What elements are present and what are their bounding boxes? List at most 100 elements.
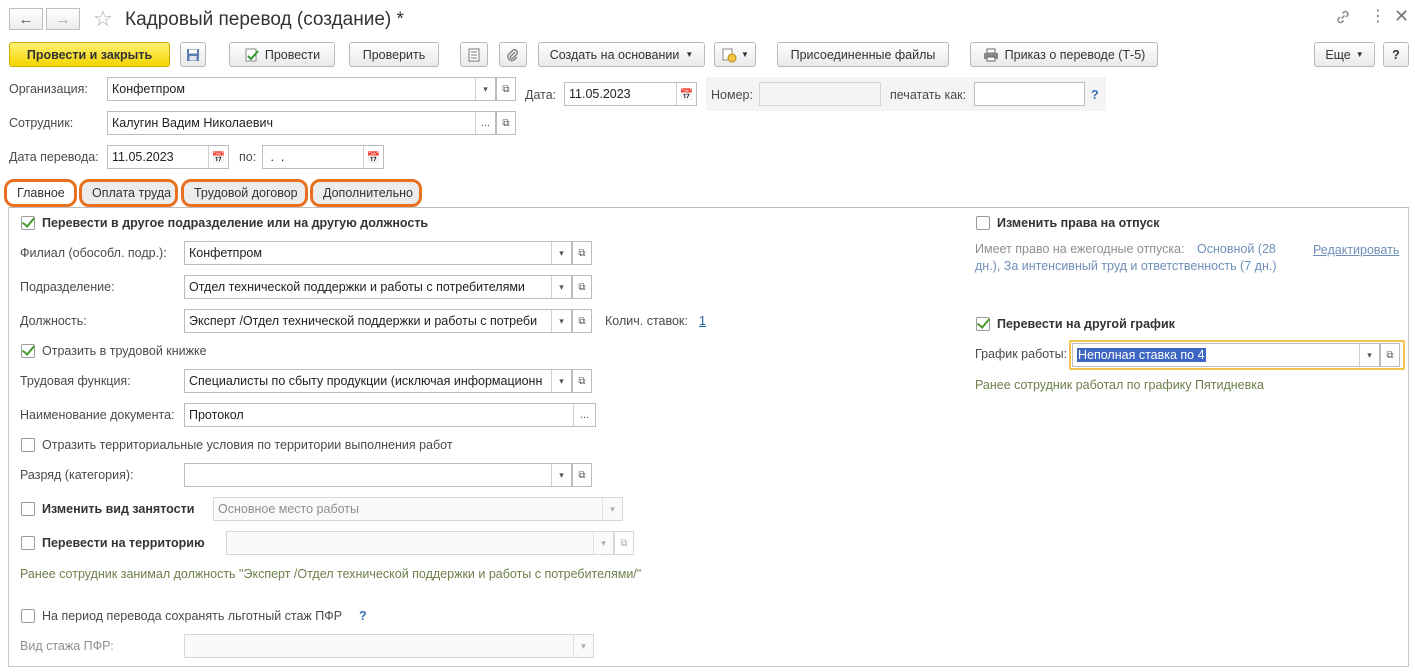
dropdown-arrow-icon[interactable]: ▾ [551,242,571,264]
organization-value: Конфетпром [112,82,185,96]
link-icon[interactable] [1335,9,1351,29]
dropdown-arrow-icon[interactable]: ▾ [551,464,571,486]
position-label: Должность: [20,314,87,328]
doc-name-field[interactable]: Протокол ... [184,403,596,427]
pfr-type-label: Вид стажа ПФР: [20,639,114,653]
calendar-icon[interactable]: 📅 [363,146,383,168]
transfer-order-button[interactable]: Приказ о переводе (Т-5) [970,42,1158,67]
dropdown-arrow-icon[interactable]: ▾ [475,78,495,100]
calendar-icon[interactable]: 📅 [676,83,696,105]
more-button[interactable]: Еще ▼ [1314,42,1375,67]
transfer-order-label: Приказ о переводе (Т-5) [1004,47,1146,62]
open-department-button[interactable]: ⧉ [572,275,592,299]
date-field[interactable]: 11.05.2023 📅 [564,82,697,106]
post-and-close-button[interactable]: Провести и закрыть [9,42,170,67]
close-icon[interactable]: ✕ [1394,7,1409,25]
attached-files-button[interactable]: Присоединенные файлы [777,42,949,67]
select-ellipsis-icon[interactable]: ... [475,112,495,134]
work-schedule-label: График работы: [975,347,1068,361]
post-button[interactable]: Провести [229,42,335,67]
dropdown-arrow-icon[interactable]: ▾ [593,532,613,554]
tab-additional[interactable]: Дополнительно [310,179,422,207]
dropdown-arrow-icon[interactable]: ▾ [551,276,571,298]
document-list-button[interactable] [460,42,488,67]
labor-function-value: Специалисты по сбыту продукции (исключая… [189,374,543,388]
save-button[interactable] [180,42,206,67]
territorial-label: Отразить территориальные условия по терр… [42,438,453,452]
open-territory-button[interactable]: ⧉ [614,531,634,555]
rates-link[interactable]: 1 [699,313,706,329]
open-organization-button[interactable]: ⧉ [496,77,516,101]
create-based-on-button[interactable]: Создать на основании ▼ [538,42,705,67]
grade-field[interactable]: ▾ [184,463,572,487]
vacation-info-link-1[interactable]: Основной (28 [1197,241,1276,257]
dropdown-arrow-icon: ▼ [1355,50,1364,59]
organization-field[interactable]: Конфетпром ▾ [107,77,496,101]
calendar-icon[interactable]: 📅 [208,146,228,168]
schedule-checkbox[interactable] [976,317,990,331]
dropdown-arrow-icon[interactable]: ▾ [602,498,622,520]
select-ellipsis-icon[interactable]: ... [573,404,595,426]
tab-payment[interactable]: Оплата труда [79,179,178,207]
to-date-field[interactable]: . . 📅 [262,145,384,169]
vacation-info-label: Имеет право на ежегодные отпуска: [975,242,1185,256]
pfr-type-field[interactable]: ▾ [184,634,594,658]
open-labor-function-button[interactable]: ⧉ [572,369,592,393]
pfr-help[interactable]: ? [359,608,367,624]
open-position-button[interactable]: ⧉ [572,309,592,333]
employment-type-checkbox[interactable] [21,502,35,516]
dropdown-arrow-icon[interactable]: ▾ [573,635,593,657]
previous-position-note: Ранее сотрудник занимал должность "Экспе… [20,567,642,581]
tab-main[interactable]: Главное [4,179,77,207]
position-field[interactable]: Эксперт /Отдел технической поддержки и р… [184,309,572,333]
vacation-info-link-2[interactable]: дн.), За интенсивный труд и ответственно… [975,258,1276,274]
branch-field[interactable]: Конфетпром ▾ [184,241,572,265]
employee-value: Калугин Вадим Николаевич [112,116,273,130]
menu-dots-icon[interactable]: ⋮ [1370,8,1386,26]
more-label: Еще [1325,47,1351,62]
employee-field[interactable]: Калугин Вадим Николаевич ... [107,111,496,135]
pfr-checkbox[interactable] [21,609,35,623]
labor-function-field[interactable]: Специалисты по сбыту продукции (исключая… [184,369,572,393]
print-menu-button[interactable]: ▼ [714,42,756,67]
previous-schedule-note: Ранее сотрудник работал по графику Пятид… [975,378,1264,392]
open-grade-button[interactable]: ⧉ [572,463,592,487]
tab-additional-label: Дополнительно [323,186,413,200]
employment-type-field[interactable]: Основное место работы ▾ [213,497,623,521]
employment-type-value: Основное место работы [218,502,360,516]
tab-labor-contract[interactable]: Трудовой договор [181,179,308,207]
post-icon [245,48,259,61]
paperclip-icon [507,48,518,61]
transfer-date-field[interactable]: 11.05.2023 📅 [107,145,229,169]
open-work-schedule-button[interactable]: ⧉ [1380,343,1400,367]
dropdown-arrow-icon: ▼ [685,50,694,59]
date-value: 11.05.2023 [569,87,631,101]
number-field[interactable] [759,82,881,106]
print-as-field[interactable] [974,82,1085,106]
favorite-star-icon[interactable]: ☆ [93,6,113,32]
back-button[interactable]: ← [9,8,43,30]
territorial-checkbox[interactable] [21,438,35,452]
department-value: Отдел технической поддержки и работы с п… [189,280,525,294]
territory-checkbox[interactable] [21,536,35,550]
workbook-checkbox[interactable] [21,344,35,358]
help-button[interactable]: ? [1383,42,1409,67]
check-button[interactable]: Проверить [349,42,439,67]
save-icon [187,48,199,61]
open-employee-button[interactable]: ⧉ [496,111,516,135]
open-branch-button[interactable]: ⧉ [572,241,592,265]
dropdown-arrow-icon[interactable]: ▾ [1359,344,1379,366]
dropdown-arrow-icon[interactable]: ▾ [551,370,571,392]
vacation-checkbox[interactable] [976,216,990,230]
transfer-dept-checkbox[interactable] [21,216,35,230]
work-schedule-field[interactable]: Неполная ставка по 4 ▾ [1072,343,1380,367]
forward-button[interactable]: → [46,8,80,30]
work-schedule-value: Неполная ставка по 4 [1077,348,1206,362]
department-field[interactable]: Отдел технической поддержки и работы с п… [184,275,572,299]
territory-field[interactable]: ▾ [226,531,614,555]
vacation-edit-link[interactable]: Редактировать [1313,242,1399,258]
arrow-left-icon: ← [18,10,34,28]
attach-button[interactable] [499,42,527,67]
print-as-help[interactable]: ? [1091,87,1099,103]
dropdown-arrow-icon[interactable]: ▾ [551,310,571,332]
